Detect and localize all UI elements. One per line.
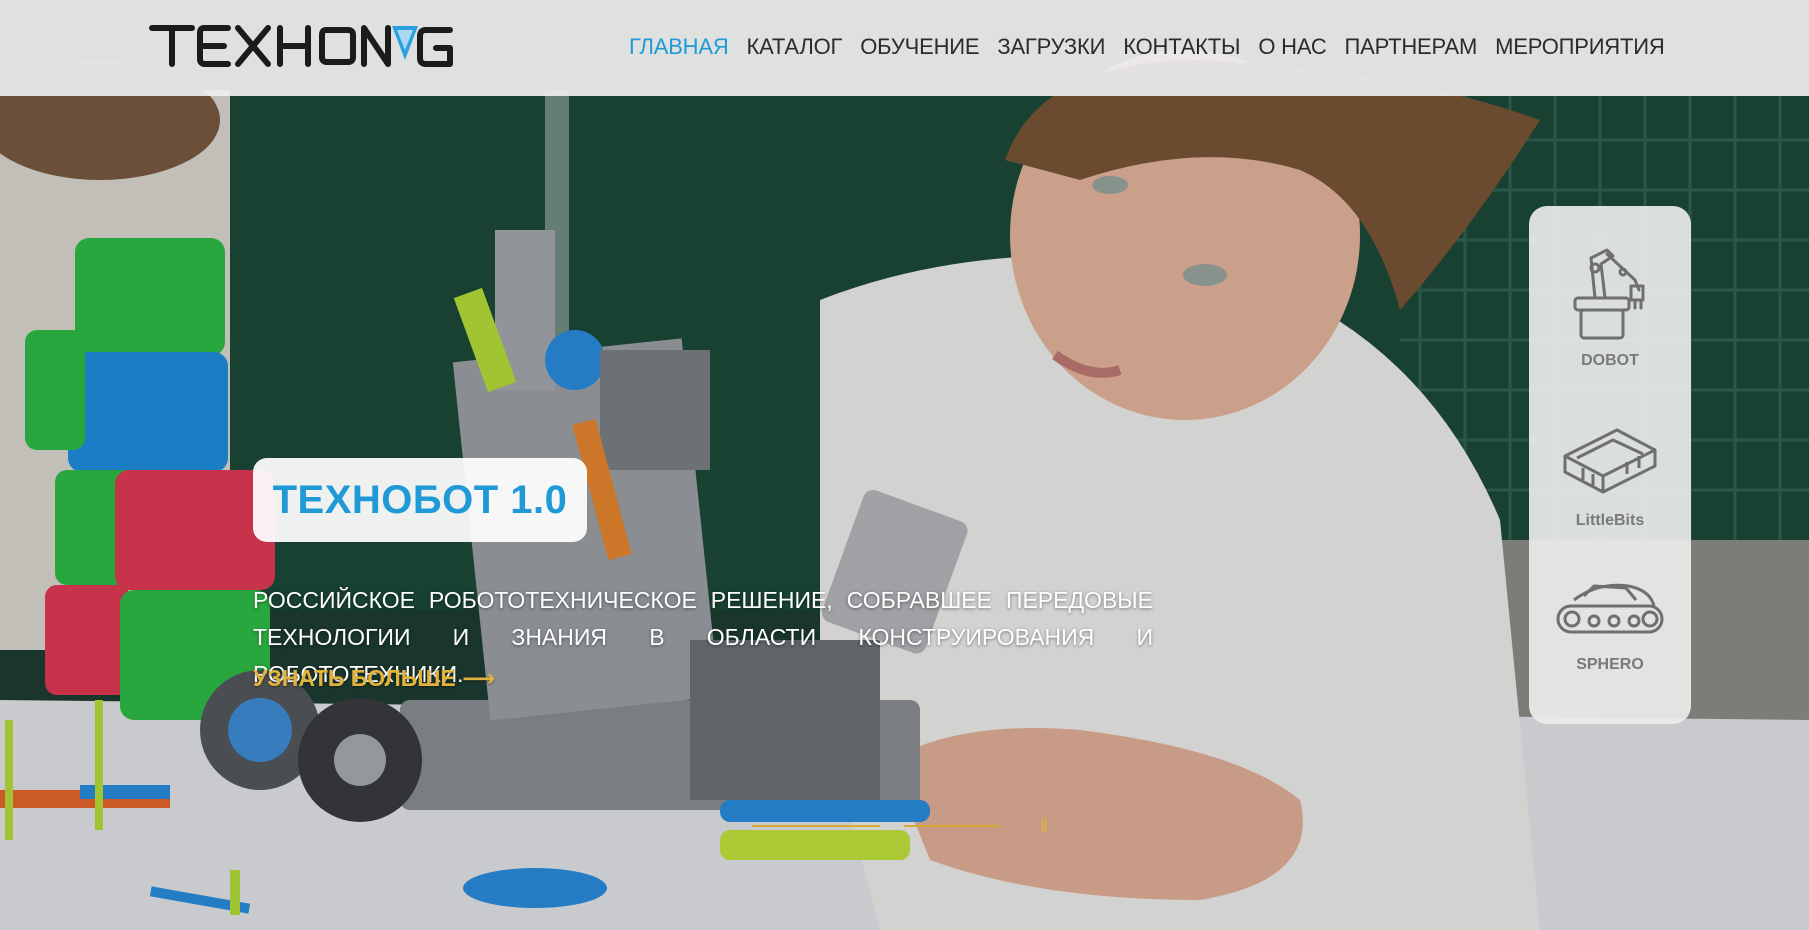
brand-label-sphero: SPHERO — [1576, 656, 1644, 673]
nav-item-partners[interactable]: ПАРТНЕРАМ — [1336, 30, 1487, 64]
circuit-module-icon — [1563, 428, 1657, 494]
main-nav: ГЛАВНАЯ КАТАЛОГ ОБУЧЕНИЕ ЗАГРУЗКИ КОНТАК… — [620, 30, 1674, 64]
slider-progress-segment-2 — [904, 825, 1000, 827]
logo-icon — [149, 25, 453, 67]
learn-more-link[interactable]: УЗНАТЬ БОЛЬШЕ ⟶ — [253, 665, 495, 692]
site-header: ГЛАВНАЯ КАТАЛОГ ОБУЧЕНИЕ ЗАГРУЗКИ КОНТАК… — [0, 0, 1809, 96]
site-logo[interactable] — [148, 20, 458, 70]
nav-item-contacts[interactable]: КОНТАКТЫ — [1114, 30, 1249, 64]
nav-item-education[interactable]: ОБУЧЕНИЕ — [851, 30, 988, 64]
brand-item-sphero[interactable]: SPHERO — [1529, 576, 1691, 696]
brand-label-dobot: DOBOT — [1581, 352, 1639, 369]
brand-panel: DOBOT LittleBits SPHERO — [1529, 206, 1691, 724]
nav-item-about[interactable]: О НАС — [1249, 30, 1335, 64]
slider-progress-segment-1 — [752, 825, 880, 827]
robot-arm-icon — [1573, 248, 1645, 340]
brand-item-littlebits[interactable]: LittleBits — [1529, 416, 1691, 536]
nav-item-home[interactable]: ГЛАВНАЯ — [620, 30, 738, 64]
tracked-robot-icon — [1556, 583, 1664, 634]
nav-item-events[interactable]: МЕРОПРИЯТИЯ — [1486, 30, 1673, 64]
brand-item-dobot[interactable]: DOBOT — [1529, 246, 1691, 386]
pause-icon[interactable]: ‖ — [1040, 815, 1054, 837]
nav-item-downloads[interactable]: ЗАГРУЗКИ — [988, 30, 1114, 64]
brand-label-littlebits: LittleBits — [1575, 512, 1645, 529]
hero-title: ТЕХНОБОТ 1.0 — [272, 477, 568, 522]
slider-progress — [752, 825, 1000, 827]
hero-title-box: ТЕХНОБОТ 1.0 — [253, 458, 587, 542]
nav-item-catalog[interactable]: КАТАЛОГ — [738, 30, 852, 64]
